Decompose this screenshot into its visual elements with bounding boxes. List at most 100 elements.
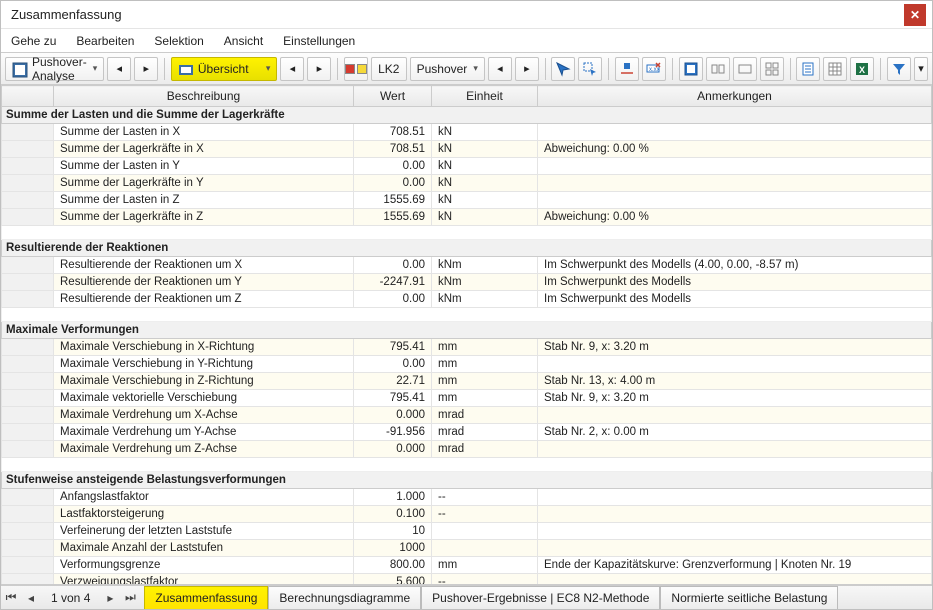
swatch-red-icon	[345, 64, 355, 74]
page-next-button[interactable]: ▸	[100, 588, 120, 608]
cell-anmerkungen	[538, 407, 932, 424]
section-title: Summe der Lasten und die Summe der Lager…	[2, 107, 932, 124]
table-row[interactable]: Lastfaktorsteigerung0.100--	[2, 506, 932, 523]
tool-excel-icon[interactable]: X	[850, 57, 874, 81]
cell-beschreibung: Maximale Verschiebung in X-Richtung	[54, 339, 354, 356]
lc-dropdown[interactable]: LK2	[371, 57, 407, 81]
row-index	[2, 339, 54, 356]
table-row[interactable]: Maximale vektorielle Verschiebung795.41m…	[2, 390, 932, 407]
table-row[interactable]: Summe der Lagerkräfte in Z1555.69kNAbwei…	[2, 209, 932, 226]
row-index	[2, 356, 54, 373]
cell-einheit: --	[432, 506, 538, 523]
col-header-beschreibung[interactable]: Beschreibung	[54, 86, 354, 107]
cell-einheit: kN	[432, 209, 538, 226]
menu-selektion[interactable]: Selektion	[154, 34, 203, 48]
section-header: Maximale Verformungen	[2, 322, 932, 339]
table-row[interactable]: Maximale Verschiebung in Z-Richtung22.71…	[2, 373, 932, 390]
tool-layout-2-icon[interactable]	[706, 57, 730, 81]
row-index	[2, 291, 54, 308]
nav-prev-lc[interactable]: ◂	[488, 57, 512, 81]
table-row[interactable]: Summe der Lasten in Z1555.69kN	[2, 192, 932, 209]
table-row[interactable]: Maximale Verdrehung um X-Achse0.000mrad	[2, 407, 932, 424]
cell-anmerkungen	[538, 192, 932, 209]
svg-text:x.xx: x.xx	[649, 67, 660, 73]
view-dropdown[interactable]: Übersicht ▾	[171, 57, 278, 81]
tool-filter-dropdown[interactable]: ▾	[914, 57, 928, 81]
table-row[interactable]: Resultierende der Reaktionen um X0.00kNm…	[2, 257, 932, 274]
nav-next-analysis[interactable]: ▸	[134, 57, 158, 81]
cell-einheit: kN	[432, 124, 538, 141]
menu-einstellungen[interactable]: Einstellungen	[283, 34, 355, 48]
mode-label: Pushover	[417, 62, 468, 76]
table-row[interactable]: Resultierende der Reaktionen um Z0.00kNm…	[2, 291, 932, 308]
cell-wert: -91.956	[354, 424, 432, 441]
row-index	[2, 574, 54, 586]
tool-layout-4-icon[interactable]	[760, 57, 784, 81]
cell-einheit	[432, 540, 538, 557]
tool-select-area-icon[interactable]	[578, 57, 602, 81]
page-prev-button[interactable]: ◂	[21, 588, 41, 608]
table-row[interactable]: Maximale Verschiebung in X-Richtung795.4…	[2, 339, 932, 356]
tool-values-icon[interactable]: x.xx	[642, 57, 666, 81]
cell-einheit: kNm	[432, 274, 538, 291]
cell-wert: 10	[354, 523, 432, 540]
menu-ansicht[interactable]: Ansicht	[224, 34, 263, 48]
table-row[interactable]: Maximale Anzahl der Laststufen1000	[2, 540, 932, 557]
tool-layout-3-icon[interactable]	[733, 57, 757, 81]
blank-row	[2, 458, 932, 472]
sheet-tab[interactable]: Zusammenfassung	[144, 586, 268, 609]
table-row[interactable]: Verformungsgrenze800.00mmEnde der Kapazi…	[2, 557, 932, 574]
table-row[interactable]: Maximale Verdrehung um Y-Achse-91.956mra…	[2, 424, 932, 441]
results-table: Beschreibung Wert Einheit Anmerkungen Su…	[1, 85, 932, 585]
tool-report-icon[interactable]	[796, 57, 820, 81]
table-row[interactable]: Maximale Verschiebung in Y-Richtung0.00m…	[2, 356, 932, 373]
tool-select-icon[interactable]	[551, 57, 575, 81]
sheet-tab[interactable]: Pushover-Ergebnisse | EC8 N2-Methode	[421, 586, 660, 609]
table-row[interactable]: Summe der Lasten in X708.51kN	[2, 124, 932, 141]
sheet-tab[interactable]: Normierte seitliche Belastung	[660, 586, 838, 609]
col-header-anmerkungen[interactable]: Anmerkungen	[538, 86, 932, 107]
table-row[interactable]: Summe der Lagerkräfte in X708.51kNAbweic…	[2, 141, 932, 158]
cell-beschreibung: Maximale Anzahl der Laststufen	[54, 540, 354, 557]
window-title: Zusammenfassung	[7, 7, 904, 22]
nav-next-view[interactable]: ▸	[307, 57, 331, 81]
cell-wert: 22.71	[354, 373, 432, 390]
col-header-index[interactable]	[2, 86, 54, 107]
tool-layout-1-icon[interactable]	[679, 57, 703, 81]
cell-wert: 708.51	[354, 141, 432, 158]
analysis-dropdown[interactable]: Pushover-Analyse ▾	[5, 57, 104, 81]
col-header-wert[interactable]: Wert	[354, 86, 432, 107]
tool-grid-icon[interactable]	[823, 57, 847, 81]
table-row[interactable]: Maximale Verdrehung um Z-Achse0.000mrad	[2, 441, 932, 458]
cell-anmerkungen: Im Schwerpunkt des Modells (4.00, 0.00, …	[538, 257, 932, 274]
col-header-einheit[interactable]: Einheit	[432, 86, 538, 107]
grid-scroll[interactable]: Beschreibung Wert Einheit Anmerkungen Su…	[1, 85, 932, 585]
table-row[interactable]: Verzweigungslastfaktor5.600--	[2, 574, 932, 586]
page-last-button[interactable]: ⏭	[120, 588, 140, 608]
toolbar: Pushover-Analyse ▾ ◂ ▸ Übersicht ▾ ◂ ▸ L…	[1, 53, 932, 85]
menubar: Gehe zu Bearbeiten Selektion Ansicht Ein…	[1, 29, 932, 53]
row-index	[2, 124, 54, 141]
menu-bearbeiten[interactable]: Bearbeiten	[76, 34, 134, 48]
page-first-button[interactable]: ⏮	[1, 588, 21, 608]
cell-beschreibung: Summe der Lasten in Y	[54, 158, 354, 175]
nav-next-lc[interactable]: ▸	[515, 57, 539, 81]
tool-filter-icon[interactable]	[887, 57, 911, 81]
sheet-tab[interactable]: Berechnungsdiagramme	[268, 586, 421, 609]
row-index	[2, 141, 54, 158]
section-header: Summe der Lasten und die Summe der Lager…	[2, 107, 932, 124]
table-row[interactable]: Anfangslastfaktor1.000--	[2, 489, 932, 506]
table-row[interactable]: Resultierende der Reaktionen um Y-2247.9…	[2, 274, 932, 291]
menu-gehe-zu[interactable]: Gehe zu	[11, 34, 56, 48]
mode-dropdown[interactable]: Pushover ▾	[410, 57, 485, 81]
table-row[interactable]: Verfeinerung der letzten Laststufe10	[2, 523, 932, 540]
nav-prev-analysis[interactable]: ◂	[107, 57, 131, 81]
cell-einheit: kNm	[432, 291, 538, 308]
color-swatches[interactable]	[344, 57, 368, 81]
close-button[interactable]: ✕	[904, 4, 926, 26]
cell-anmerkungen: Stab Nr. 9, x: 3.20 m	[538, 339, 932, 356]
nav-prev-view[interactable]: ◂	[280, 57, 304, 81]
tool-dimension-icon[interactable]	[615, 57, 639, 81]
table-row[interactable]: Summe der Lagerkräfte in Y0.00kN	[2, 175, 932, 192]
table-row[interactable]: Summe der Lasten in Y0.00kN	[2, 158, 932, 175]
